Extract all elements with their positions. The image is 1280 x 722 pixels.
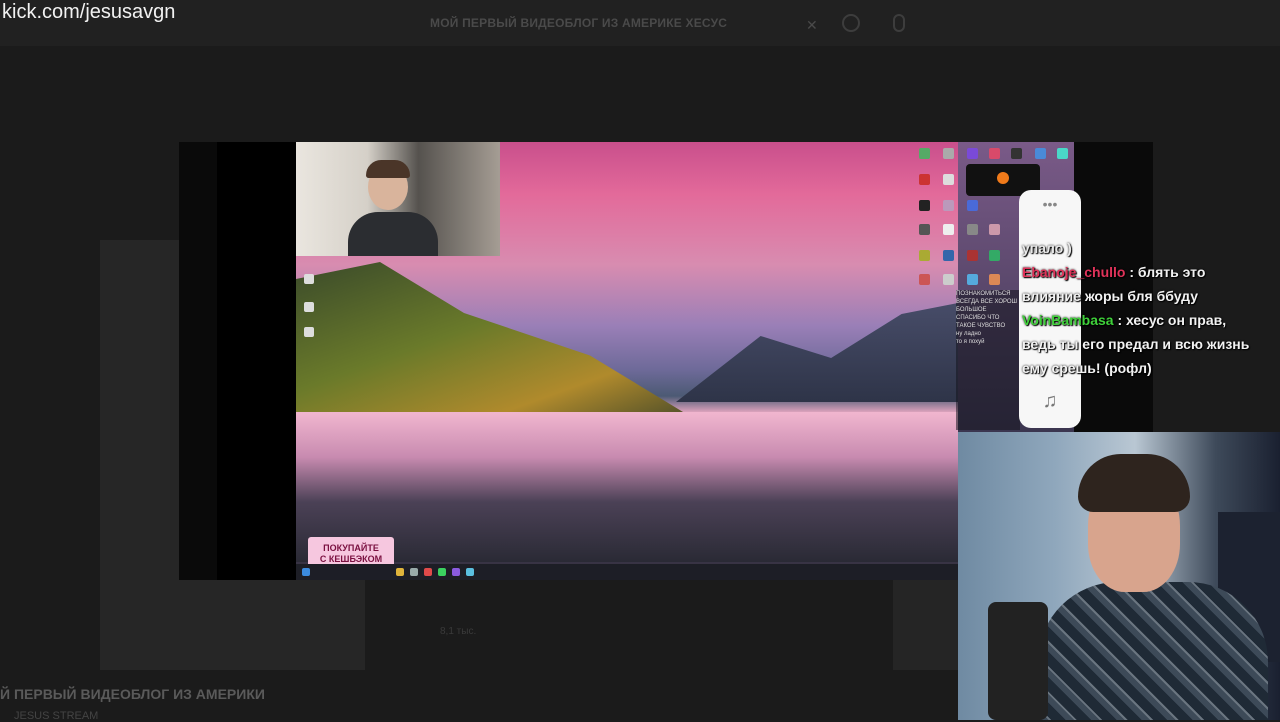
letterbox — [217, 142, 296, 580]
background-topbar: МОЙ ПЕРВЫЙ ВИДЕОБЛОГ ИЗ АМЕРИКЕ ХЕСУС ✕ — [0, 0, 1280, 46]
taskbar-app-icon[interactable] — [452, 568, 460, 576]
desktop-app-icon[interactable] — [989, 224, 1000, 235]
record-dot-icon — [997, 172, 1009, 184]
desktop-app-icon[interactable] — [943, 200, 954, 211]
mini-chat-overlay: ПОЗНАКОМИТЬСЯ ВСЕГДА ВСЕ ХОРОШ БОЛЬШОЕ С… — [956, 290, 1020, 430]
start-icon[interactable] — [302, 568, 310, 576]
webcam-small — [296, 142, 500, 256]
taskbar — [296, 564, 958, 580]
background-views: 8,1 тыс. — [440, 626, 477, 637]
chat-message: Ebanoje_chullo : блять это влияние жоры … — [1018, 260, 1263, 308]
close-icon[interactable]: ✕ — [806, 17, 818, 33]
channel-watermark: kick.com/jesusavgn — [2, 1, 176, 23]
desktop-app-icon[interactable] — [1011, 148, 1022, 159]
taskbar-app-icon[interactable] — [424, 568, 432, 576]
chat-partial-line: упало ) — [1022, 240, 1072, 256]
desktop-file-icon[interactable] — [304, 302, 314, 312]
desktop-app-icon[interactable] — [967, 148, 978, 159]
person-hair — [1078, 454, 1190, 512]
desktop-app-icon[interactable] — [919, 274, 930, 285]
music-note-icon[interactable]: ♫ — [1019, 390, 1081, 413]
lake — [296, 412, 958, 562]
desktop-app-icon[interactable] — [1035, 148, 1046, 159]
desktop-app-icon[interactable] — [919, 224, 930, 235]
desktop-app-icon[interactable] — [943, 250, 954, 261]
mini-chat-line: БОЛЬШОЕ — [956, 307, 987, 313]
mini-chat-line: ну ладно — [956, 331, 981, 337]
stream-chat: упало ) Ebanoje_chullo : блять это влиян… — [1018, 236, 1263, 380]
background-tab-title: МОЙ ПЕРВЫЙ ВИДЕОБЛОГ ИЗ АМЕРИКЕ ХЕСУС — [430, 16, 728, 30]
ellipsis-icon[interactable]: ••• — [1019, 196, 1081, 212]
desktop-file-icon[interactable] — [304, 327, 314, 337]
mountain-right — [676, 303, 958, 402]
desktop-app-icon[interactable] — [967, 224, 978, 235]
mini-chat-line: то я похуй — [956, 339, 985, 345]
desktop-app-icon[interactable] — [967, 200, 978, 211]
microphone — [988, 602, 1048, 720]
mountain-left — [296, 262, 716, 432]
chat-message: VoinBambasa : хесус он прав, ведь ты его… — [1018, 308, 1263, 380]
desktop-app-icon[interactable] — [919, 174, 930, 185]
mini-chat-line: СПАСИБО ЧТО — [956, 315, 1000, 321]
desktop-app-icon[interactable] — [919, 148, 930, 159]
desktop-app-icon[interactable] — [943, 274, 954, 285]
person-body — [1038, 582, 1268, 720]
background-video-title: Й ПЕРВЫЙ ВИДЕОБЛОГ ИЗ АМЕРИКИ — [0, 686, 265, 702]
taskbar-app-icon[interactable] — [410, 568, 418, 576]
desktop-file-icon[interactable] — [304, 274, 314, 284]
desktop-app-icon[interactable] — [967, 274, 978, 285]
webcam-main — [958, 432, 1280, 720]
search-icon[interactable] — [842, 14, 860, 32]
taskbar-app-icon[interactable] — [396, 568, 404, 576]
desktop-app-icon[interactable] — [943, 174, 954, 185]
background-channel-label: JESUS STREAM — [14, 710, 99, 722]
desktop-app-icon[interactable] — [1057, 148, 1068, 159]
chat-username[interactable]: Ebanoje_chullo — [1022, 264, 1125, 280]
person-body — [348, 212, 438, 256]
taskbar-app-icon[interactable] — [438, 568, 446, 576]
person-hair — [366, 160, 410, 178]
desktop-app-icon[interactable] — [943, 148, 954, 159]
desktop-app-icon[interactable] — [919, 250, 930, 261]
desktop-app-icon[interactable] — [989, 148, 1000, 159]
taskbar-app-icon[interactable] — [466, 568, 474, 576]
desktop-app-icon[interactable] — [943, 224, 954, 235]
mini-chat-line: ПОЗНАКОМИТЬСЯ — [956, 291, 1011, 297]
desktop-app-icon[interactable] — [967, 250, 978, 261]
desktop-app-icon[interactable] — [989, 274, 1000, 285]
chat-username[interactable]: VoinBambasa — [1022, 312, 1114, 328]
mini-chat-line: ТАКОЕ ЧУВСТВО — [956, 323, 1006, 329]
mini-chat-line: ВСЕГДА ВСЕ ХОРОШ — [956, 299, 1018, 305]
desktop-app-icon[interactable] — [989, 250, 1000, 261]
desktop-app-icon[interactable] — [919, 200, 930, 211]
promo-line-1: ПОКУПАЙТЕ — [323, 543, 379, 553]
mic-icon[interactable] — [893, 14, 905, 32]
